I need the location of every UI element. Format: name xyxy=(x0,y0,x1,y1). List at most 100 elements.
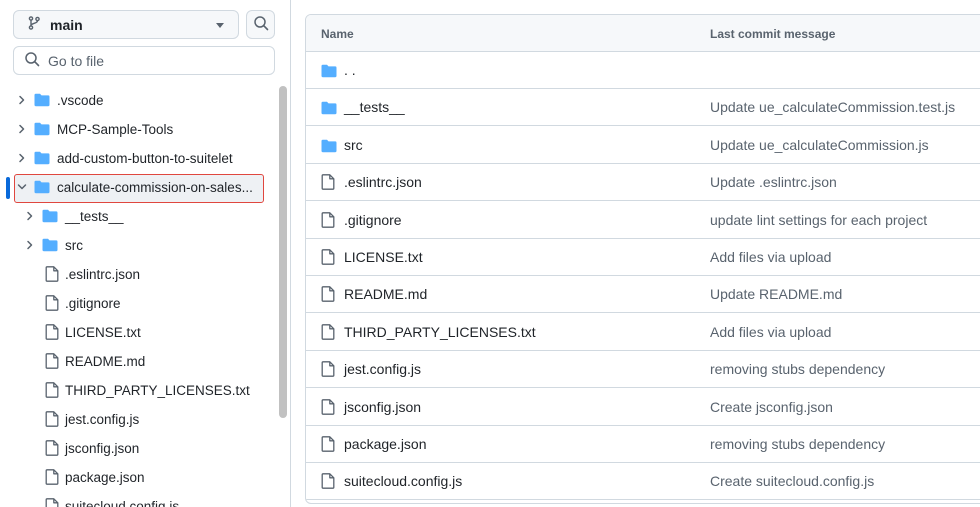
tree-item-src[interactable]: src xyxy=(0,231,276,260)
table-header: Name Last commit message xyxy=(306,15,980,52)
commit-message-link[interactable]: Add files via upload xyxy=(710,324,831,340)
tree-item-eslintrc-json[interactable]: .eslintrc.json xyxy=(0,260,276,289)
folder-icon xyxy=(34,93,50,110)
file-name-link[interactable]: . . xyxy=(344,62,356,78)
table-row[interactable]: README.md Update README.md xyxy=(306,276,980,314)
go-to-file-field[interactable] xyxy=(13,46,275,75)
table-row[interactable]: jsconfig.json Create jsconfig.json xyxy=(306,389,980,426)
folder-icon xyxy=(42,209,58,226)
chevron-right-icon[interactable] xyxy=(16,152,28,164)
chevron-right-icon[interactable] xyxy=(24,210,36,222)
file-icon xyxy=(321,174,335,193)
git-branch-icon xyxy=(26,15,42,34)
file-name-link[interactable]: suitecloud.config.js xyxy=(344,473,462,489)
chevron-down-icon xyxy=(216,23,224,28)
file-icon xyxy=(45,440,59,459)
tree-item-tests[interactable]: __tests__ xyxy=(0,202,276,231)
search-icon xyxy=(24,51,40,70)
tree-item-label: README.md xyxy=(65,354,146,369)
tree-item-license-txt[interactable]: LICENSE.txt xyxy=(0,318,276,347)
tree-item-jsconfig-json[interactable]: jsconfig.json xyxy=(0,434,276,463)
file-icon xyxy=(321,211,335,231)
directory-listing-panel: Name Last commit message . . __tests__ Upd… xyxy=(291,0,980,507)
file-icon xyxy=(45,266,59,285)
file-table: Name Last commit message . . __tests__ Upd… xyxy=(305,14,980,504)
file-name-link[interactable]: LICENSE.txt xyxy=(344,249,423,265)
folder-icon xyxy=(321,139,337,156)
tree-scrollbar[interactable] xyxy=(279,86,287,418)
file-name-link[interactable]: .eslintrc.json xyxy=(344,174,422,190)
commit-message-link[interactable]: Update README.md xyxy=(710,286,842,302)
file-icon xyxy=(45,411,59,430)
file-icon xyxy=(45,469,59,488)
commit-message-link[interactable]: Add files via upload xyxy=(710,249,831,265)
table-row[interactable]: .gitignore update lint settings for each … xyxy=(306,202,980,239)
file-icon xyxy=(321,361,335,380)
tree-item-package-json[interactable]: package.json xyxy=(0,463,276,492)
search-button[interactable] xyxy=(246,10,275,39)
file-icon xyxy=(321,398,335,418)
tree-item-add-custom-button-to-suitelet[interactable]: add-custom-button-to-suitelet xyxy=(0,144,276,173)
folder-icon xyxy=(321,101,337,118)
tree-item-third-party-licenses-txt[interactable]: THIRD_PARTY_LICENSES.txt xyxy=(0,376,276,405)
file-icon xyxy=(45,324,59,343)
chevron-right-icon[interactable] xyxy=(16,123,28,135)
folder-icon xyxy=(34,151,50,168)
file-icon xyxy=(321,323,335,343)
folder-icon xyxy=(34,122,50,139)
file-name-link[interactable]: src xyxy=(344,137,363,153)
file-icon xyxy=(45,498,59,507)
table-row[interactable]: src Update ue_calculateCommission.js xyxy=(306,127,980,164)
table-row[interactable]: . . xyxy=(306,52,980,89)
commit-message-link[interactable]: removing stubs dependency xyxy=(710,436,885,452)
tree-item-vscode[interactable]: .vscode xyxy=(0,86,276,115)
file-icon xyxy=(321,436,335,455)
file-name-link[interactable]: .gitignore xyxy=(344,212,402,228)
table-row[interactable]: LICENSE.txt Add files via upload xyxy=(306,239,980,276)
commit-message-link[interactable]: Update .eslintrc.json xyxy=(710,174,837,190)
tree-item-label: LICENSE.txt xyxy=(65,325,141,340)
tree-item-readme-md[interactable]: README.md xyxy=(0,347,276,376)
table-row[interactable]: suitecloud.config.js Create suitecloud.co… xyxy=(306,463,980,501)
table-row[interactable]: .eslintrc.json Update .eslintrc.json xyxy=(306,164,980,202)
file-name-link[interactable]: THIRD_PARTY_LICENSES.txt xyxy=(344,324,536,340)
commit-message-link[interactable]: Create suitecloud.config.js xyxy=(710,473,874,489)
file-name-link[interactable]: README.md xyxy=(344,286,427,302)
tree-item-label: package.json xyxy=(65,470,145,485)
file-icon xyxy=(45,295,59,314)
go-to-file-input[interactable] xyxy=(48,52,248,69)
commit-message-link[interactable]: Update ue_calculateCommission.test.js xyxy=(710,99,955,115)
file-name-link[interactable]: jsconfig.json xyxy=(344,399,421,415)
commit-message-link[interactable]: Create jsconfig.json xyxy=(710,399,833,415)
tree-item-label: .gitignore xyxy=(65,296,121,311)
tree-item-jest-config-js[interactable]: jest.config.js xyxy=(0,405,276,434)
commit-message-link[interactable]: update lint settings for each project xyxy=(710,212,927,228)
branch-selector-button[interactable]: main xyxy=(13,10,239,39)
tree-item-label: __tests__ xyxy=(65,209,124,224)
file-name-link[interactable]: __tests__ xyxy=(344,99,405,115)
file-name-link[interactable]: jest.config.js xyxy=(344,361,421,377)
tree-item-calculate-commission-on-sales[interactable]: calculate-commission-on-sales... xyxy=(0,173,276,202)
file-name-link[interactable]: package.json xyxy=(344,436,427,452)
tree-item-label: .vscode xyxy=(57,93,104,108)
table-row[interactable]: package.json removing stubs dependency xyxy=(306,426,980,463)
tree-item-suitecloud-config-js[interactable]: suitecloud.config.js xyxy=(0,492,276,507)
table-row[interactable]: jest.config.js removing stubs dependency xyxy=(306,351,980,389)
folder-icon xyxy=(321,64,337,81)
table-row[interactable]: THIRD_PARTY_LICENSES.txt Add files via up… xyxy=(306,314,980,351)
folder-icon xyxy=(42,238,58,255)
commit-message-link[interactable]: Update ue_calculateCommission.js xyxy=(710,137,929,153)
file-icon xyxy=(321,473,335,492)
tree-item-label: THIRD_PARTY_LICENSES.txt xyxy=(65,383,250,398)
tree-item-mcp-sample-tools[interactable]: MCP-Sample-Tools xyxy=(0,115,276,144)
tree-item-label: calculate-commission-on-sales... xyxy=(57,180,253,195)
chevron-right-icon[interactable] xyxy=(24,239,36,251)
tree-item-label: jsconfig.json xyxy=(65,441,140,456)
table-row[interactable]: __tests__ Update ue_calculateCommission.t… xyxy=(306,89,980,127)
commit-message-link[interactable]: removing stubs dependency xyxy=(710,361,885,377)
chevron-right-icon[interactable] xyxy=(16,94,28,106)
tree-item-label: MCP-Sample-Tools xyxy=(57,122,174,137)
tree-item-gitignore[interactable]: .gitignore xyxy=(0,289,276,318)
file-icon xyxy=(321,286,335,305)
chevron-down-icon[interactable] xyxy=(16,181,28,193)
